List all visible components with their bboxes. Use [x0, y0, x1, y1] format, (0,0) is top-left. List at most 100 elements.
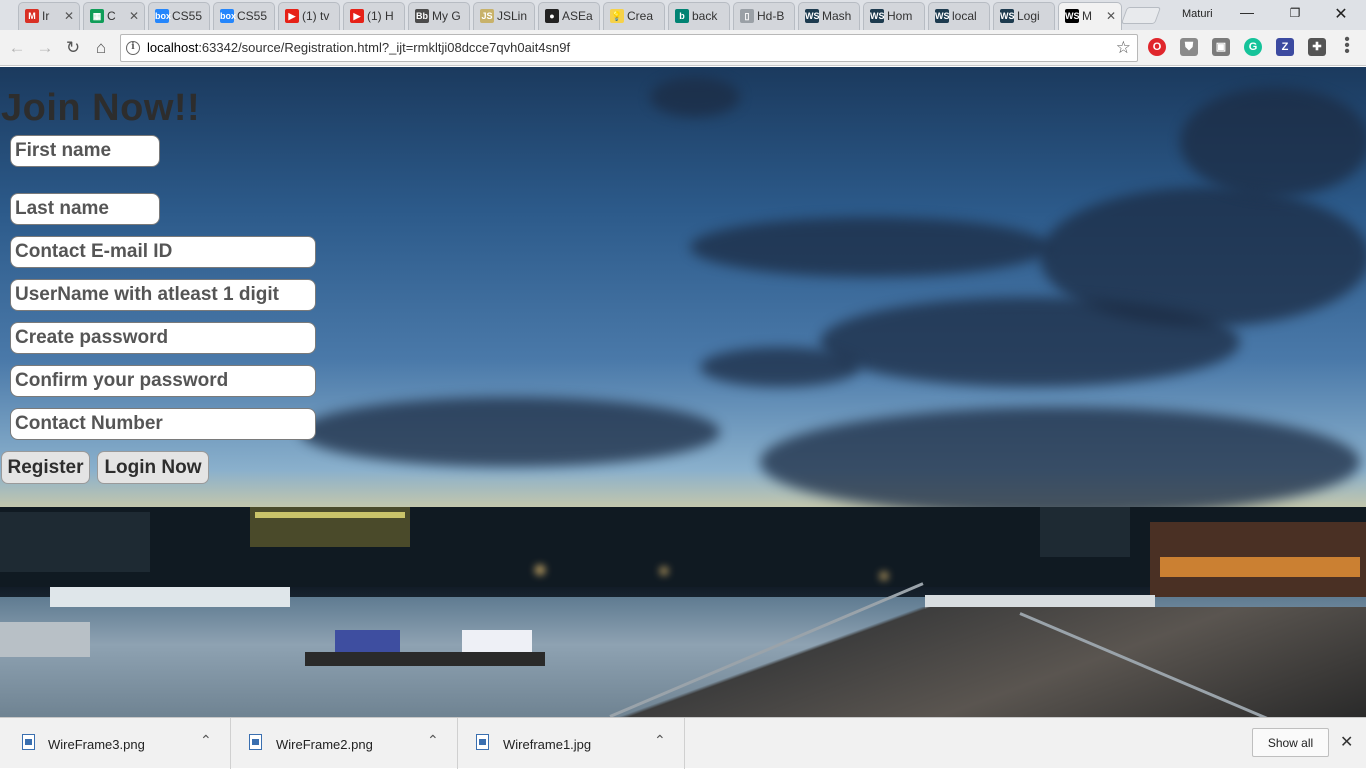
url-text[interactable]: localhost:63342/source/Registration.html…: [147, 40, 570, 55]
tab-title: M: [1082, 9, 1092, 23]
gmail-icon: M: [25, 9, 39, 23]
close-tab-icon[interactable]: ✕: [129, 3, 139, 29]
tab-title: Hom: [887, 9, 913, 23]
tab-title: CS55: [172, 9, 203, 23]
bookmark-star-icon[interactable]: ☆: [1116, 38, 1131, 58]
browser-tab[interactable]: ▶ (1) H: [343, 2, 405, 30]
box-icon: box: [155, 9, 172, 23]
register-button[interactable]: Register: [1, 451, 90, 484]
tab-title: back: [692, 9, 718, 23]
tab-title: (1) tv: [302, 9, 330, 23]
github-icon: ●: [545, 9, 559, 23]
box-icon: box: [220, 9, 237, 23]
webstorm-icon: WS: [870, 9, 885, 23]
password-input[interactable]: [10, 322, 316, 354]
tab-title: Hd-B: [757, 9, 785, 23]
email-input[interactable]: [10, 236, 316, 268]
tab-title: Crea: [627, 9, 654, 23]
image-file-icon: [476, 734, 489, 750]
browser-tab[interactable]: WS M ✕: [1058, 2, 1122, 30]
forward-icon[interactable]: →: [34, 37, 56, 59]
home-icon[interactable]: ⌂: [90, 37, 112, 59]
browser-tab[interactable]: ▶ (1) tv: [278, 2, 340, 30]
reload-icon[interactable]: ↻: [62, 37, 84, 59]
image-file-icon: [249, 734, 262, 750]
browser-tab[interactable]: WS Logi: [993, 2, 1055, 30]
grammarly-icon[interactable]: G: [1244, 38, 1262, 56]
tab-title: C: [107, 9, 116, 23]
download-filename: Wireframe1.jpg: [503, 737, 592, 752]
tab-title: Ir: [42, 9, 50, 23]
download-item[interactable]: WireFrame2.png ⌃: [231, 718, 458, 769]
menu-icon[interactable]: • • •: [1340, 32, 1354, 60]
browser-tab[interactable]: Bb My G: [408, 2, 470, 30]
tab-title: ASEa: [562, 9, 593, 23]
webstorm-icon: WS: [1000, 9, 1015, 23]
image-file-icon: [22, 734, 35, 750]
opera-icon[interactable]: O: [1148, 38, 1166, 56]
webstorm-icon: WS: [1065, 9, 1080, 23]
close-tab-icon[interactable]: ✕: [64, 3, 74, 29]
sheets-icon: ▦: [90, 9, 104, 23]
address-bar[interactable]: i localhost:63342/source/Registration.ht…: [120, 34, 1138, 62]
lightbulb-icon: 💡: [610, 9, 624, 23]
browser-tab[interactable]: ▯ Hd-B: [733, 2, 795, 30]
tab-title: local: [952, 9, 977, 23]
download-item[interactable]: WireFrame3.png ⌃: [0, 718, 231, 769]
chevron-up-icon[interactable]: ⌃: [654, 732, 666, 749]
download-shelf: WireFrame3.png ⌃ WireFrame2.png ⌃ Wirefr…: [0, 717, 1366, 769]
url-path: :63342/source/Registration.html?_ijt=rmk…: [198, 40, 571, 55]
browser-tab[interactable]: WS Hom: [863, 2, 925, 30]
chevron-up-icon[interactable]: ⌃: [200, 732, 212, 749]
url-host: localhost: [147, 40, 199, 55]
show-all-button[interactable]: Show all: [1252, 728, 1329, 757]
info-icon[interactable]: i: [126, 41, 140, 55]
shield-icon[interactable]: ⛊: [1180, 38, 1198, 56]
blackboard-icon: Bb: [415, 9, 429, 23]
jslint-icon: JS: [480, 9, 494, 23]
page-viewport: Join Now!! Register Login Now: [0, 67, 1366, 717]
browser-tab[interactable]: ▦ C ✕: [83, 2, 145, 30]
bing-icon: b: [675, 9, 689, 23]
zotero-icon[interactable]: Z: [1276, 38, 1294, 56]
close-tab-icon[interactable]: ✕: [1106, 3, 1116, 29]
download-item[interactable]: Wireframe1.jpg ⌃: [458, 718, 685, 769]
browser-tab[interactable]: box CS55: [148, 2, 210, 30]
tab-title: Logi: [1017, 9, 1040, 23]
extension-icon[interactable]: ▣: [1212, 38, 1230, 56]
download-filename: WireFrame3.png: [48, 737, 145, 752]
webstorm-icon: WS: [935, 9, 950, 23]
new-tab-button[interactable]: [1120, 7, 1162, 24]
contact-number-input[interactable]: [10, 408, 316, 440]
profile-name[interactable]: Maturi: [1182, 8, 1213, 20]
login-now-button[interactable]: Login Now: [97, 451, 209, 484]
minimize-icon[interactable]: —: [1232, 4, 1262, 20]
first-name-input[interactable]: [10, 135, 160, 167]
puzzle-icon[interactable]: ✚: [1308, 38, 1326, 56]
browser-tab[interactable]: box CS55: [213, 2, 275, 30]
page-title: Join Now!!: [1, 87, 201, 129]
download-filename: WireFrame2.png: [276, 737, 373, 752]
restore-icon[interactable]: ❐: [1280, 6, 1310, 20]
browser-tab[interactable]: 💡 Crea: [603, 2, 665, 30]
tab-title: JSLin: [497, 9, 528, 23]
browser-tab[interactable]: ● ASEa: [538, 2, 600, 30]
tab-strip: M Ir ✕ ▦ C ✕ box CS55 box CS55 ▶ (1) tv ▶ (1) H Bb My G…: [0, 0, 1366, 30]
browser-tab[interactable]: WS local: [928, 2, 990, 30]
close-window-icon[interactable]: ✕: [1326, 4, 1356, 24]
username-input[interactable]: [10, 279, 316, 311]
tab-title: Mash: [822, 9, 852, 23]
close-icon[interactable]: ✕: [1340, 732, 1353, 752]
chevron-up-icon[interactable]: ⌃: [427, 732, 439, 749]
browser-tab[interactable]: M Ir ✕: [18, 2, 80, 30]
browser-tab[interactable]: WS Mash: [798, 2, 860, 30]
webstorm-icon: WS: [805, 9, 820, 23]
confirm-password-input[interactable]: [10, 365, 316, 397]
tab-title: CS55: [237, 9, 268, 23]
back-icon[interactable]: ←: [6, 37, 28, 59]
browser-tab[interactable]: JS JSLin: [473, 2, 535, 30]
last-name-input[interactable]: [10, 193, 160, 225]
tab-title: (1) H: [367, 9, 394, 23]
youtube-icon: ▶: [285, 9, 299, 23]
browser-tab[interactable]: b back: [668, 2, 730, 30]
